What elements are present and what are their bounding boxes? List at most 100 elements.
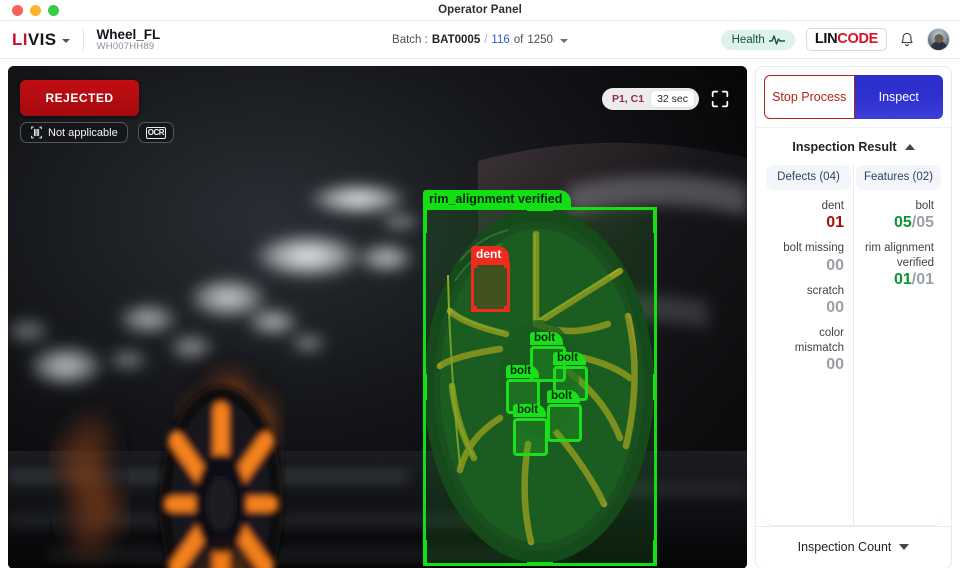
resize-handle[interactable] xyxy=(653,540,657,566)
resize-handle[interactable] xyxy=(472,263,477,268)
status-badge: REJECTED xyxy=(20,80,139,116)
feature-value: 01/01 xyxy=(863,271,934,289)
batch-selector[interactable]: Batch : BAT0005 / 116 of 1250 xyxy=(392,34,568,46)
chevron-down-icon[interactable] xyxy=(61,38,70,43)
inspection-result-header[interactable]: Inspection Result xyxy=(756,128,951,165)
inspection-image-viewer[interactable]: REJECTED Not applicable OCR P1, C1 32 se… xyxy=(8,66,747,568)
defects-column-header: Defects (04) xyxy=(766,165,851,190)
defects-column: Defects (04) dent 01 bolt missing 00 scr… xyxy=(764,165,854,526)
defect-metric: bolt missing 00 xyxy=(764,232,853,274)
annotation-label: dent xyxy=(471,246,510,263)
ocr-status-chip[interactable]: OCR xyxy=(137,122,174,143)
annotation-label: bolt xyxy=(553,352,587,365)
resize-handle[interactable] xyxy=(423,540,427,566)
resize-handle[interactable] xyxy=(504,306,509,311)
annotation-box-dent[interactable]: dent xyxy=(471,246,510,312)
feature-found: 05 xyxy=(893,214,912,232)
inspect-button[interactable]: Inspect xyxy=(854,75,943,119)
ocr-icon: OCR xyxy=(145,126,166,139)
brand-logo-text: LIVIS xyxy=(12,30,57,50)
barcode-icon xyxy=(31,126,42,139)
annotation-label: bolt xyxy=(530,332,564,345)
pulse-icon xyxy=(768,34,785,45)
panel-action-row: Stop Process Inspect xyxy=(756,67,951,128)
app-window: Operator Panel LIVIS Wheel_FL WH007HH89 … xyxy=(0,0,960,568)
app-header: LIVIS Wheel_FL WH007HH89 Batch : BAT0005… xyxy=(0,21,960,59)
batch-label: Batch : xyxy=(392,33,428,46)
viewer-chip-row: Not applicable OCR xyxy=(20,122,174,143)
lincode-suffix: CODE xyxy=(837,30,878,47)
inspection-side-panel: Stop Process Inspect Inspection Result D… xyxy=(755,66,952,568)
camera-id-label: P1, C1 xyxy=(611,93,645,105)
barcode-status-chip[interactable]: Not applicable xyxy=(20,122,128,143)
feature-total: /01 xyxy=(911,271,934,289)
inspection-count-label: Inspection Count xyxy=(797,540,892,554)
annotation-label: bolt xyxy=(513,404,547,417)
defect-value: 00 xyxy=(826,299,844,317)
batch-current-index: 116 xyxy=(491,33,510,46)
annotation-box-rim-alignment[interactable]: rim_alignment verified xyxy=(423,190,657,566)
header-actions: Health LINCODE xyxy=(720,27,950,52)
feature-value: 05/05 xyxy=(863,214,934,232)
product-info: Wheel_FL WH007HH89 xyxy=(97,27,161,53)
lincode-prefix: LIN xyxy=(814,30,838,47)
main-content: REJECTED Not applicable OCR P1, C1 32 se… xyxy=(0,59,960,568)
barcode-chip-label: Not applicable xyxy=(48,126,118,139)
feature-metric: bolt 05/05 xyxy=(854,190,943,232)
window-titlebar: Operator Panel xyxy=(0,0,960,21)
camera-info-pill: P1, C1 32 sec xyxy=(601,88,699,110)
product-name: Wheel_FL xyxy=(96,26,161,42)
feature-label: bolt xyxy=(915,200,934,212)
batch-of-word: of xyxy=(513,33,524,46)
resize-handle[interactable] xyxy=(527,207,553,211)
batch-total: 1250 xyxy=(527,33,553,46)
annotation-box-bolt[interactable]: bolt xyxy=(513,404,548,456)
lincode-logo: LINCODE xyxy=(805,27,887,52)
batch-id: BAT0005 xyxy=(431,33,481,46)
annotation-label: bolt xyxy=(506,365,540,378)
inspection-count-section[interactable]: Inspection Count xyxy=(756,526,951,568)
defect-label: scratch xyxy=(806,284,844,297)
chevron-up-icon[interactable] xyxy=(904,144,915,150)
stop-process-button[interactable]: Stop Process xyxy=(764,75,855,119)
defect-value: 00 xyxy=(826,355,844,373)
feature-found: 01 xyxy=(893,271,912,289)
fullscreen-icon[interactable] xyxy=(709,88,731,110)
feature-label: rim alignment verified xyxy=(864,242,934,269)
chevron-down-icon[interactable] xyxy=(559,38,568,43)
resize-handle[interactable] xyxy=(472,306,477,311)
defect-label: bolt missing xyxy=(783,242,844,255)
user-avatar[interactable] xyxy=(927,28,950,51)
resize-handle[interactable] xyxy=(423,207,427,233)
defect-metric: color mismatch 00 xyxy=(764,317,853,374)
feature-metric: rim alignment verified 01/01 xyxy=(854,232,943,289)
defect-value: 00 xyxy=(826,256,844,274)
defect-value: 01 xyxy=(826,214,844,232)
feature-total: /05 xyxy=(911,214,934,232)
health-status-button[interactable]: Health xyxy=(720,29,795,50)
resize-handle[interactable] xyxy=(527,562,553,566)
chevron-down-icon[interactable] xyxy=(899,544,910,550)
resize-handle[interactable] xyxy=(423,373,427,400)
resize-handle[interactable] xyxy=(504,263,509,268)
result-columns: Defects (04) dent 01 bolt missing 00 scr… xyxy=(756,165,951,526)
product-code: WH007HH89 xyxy=(96,40,155,52)
header-divider xyxy=(82,28,84,51)
annotation-label: bolt xyxy=(547,390,581,403)
health-label: Health xyxy=(731,33,765,46)
resize-handle[interactable] xyxy=(653,373,657,400)
features-column: Features (02) bolt 05/05 rim alignment v… xyxy=(854,165,943,526)
defect-label: color mismatch xyxy=(794,327,844,354)
defect-label: dent xyxy=(821,200,844,212)
window-title: Operator Panel xyxy=(438,4,522,16)
defect-metric: dent 01 xyxy=(764,190,853,232)
features-column-header: Features (02) xyxy=(856,165,941,190)
notification-bell-icon[interactable] xyxy=(898,31,916,49)
elapsed-time-label: 32 sec xyxy=(650,90,695,108)
brand-suffix: VIS xyxy=(27,29,57,49)
annotation-box-bolt[interactable]: bolt xyxy=(547,390,582,442)
brand-livis[interactable]: LIVIS xyxy=(12,30,70,50)
resize-handle[interactable] xyxy=(653,207,657,233)
batch-separator: / xyxy=(484,33,488,46)
brand-prefix: LI xyxy=(12,29,28,49)
